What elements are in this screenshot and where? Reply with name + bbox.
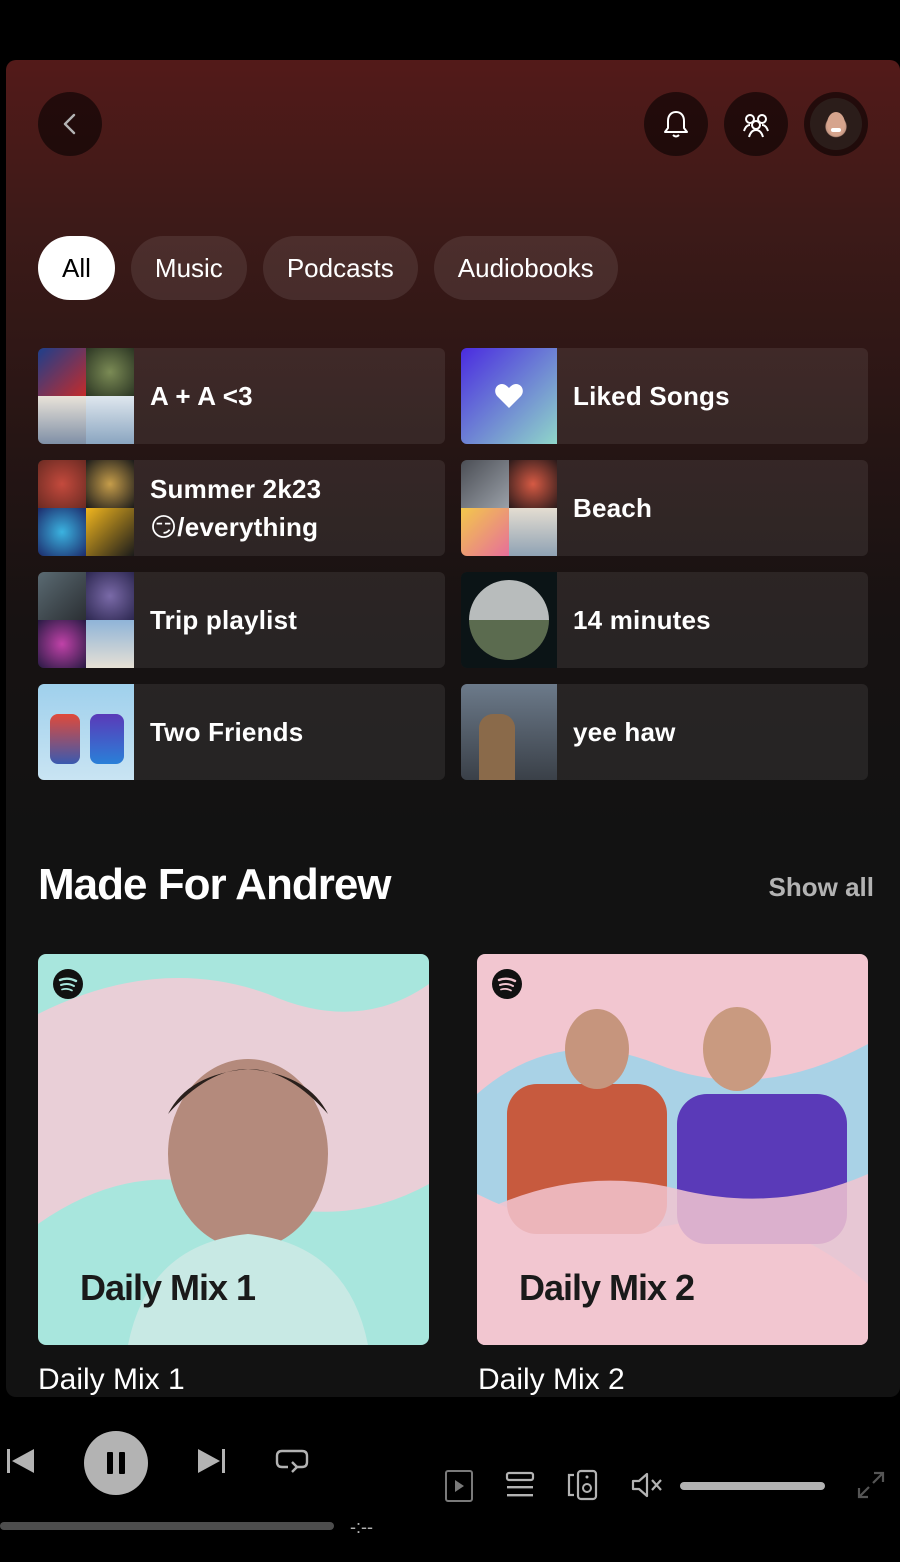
friends-icon [743,114,769,138]
pause-icon [107,1452,125,1474]
playlist-cover [461,460,557,556]
connect-device-icon[interactable] [566,1469,602,1501]
daily-mix-2-caption[interactable]: Daily Mix 2 [478,1363,625,1397]
shortcut-label: Liked Songs [573,381,730,411]
section-title[interactable]: Made For Andrew [38,860,392,910]
skip-previous-icon[interactable] [4,1445,36,1477]
now-playing-view-icon[interactable] [444,1469,474,1503]
bell-icon [664,111,688,138]
shortcut-trip-playlist[interactable]: Trip playlist [38,572,445,668]
shortcut-label-line-2: 😏/everything [150,512,319,542]
skip-next-icon[interactable] [196,1445,228,1477]
playlist-cover [38,684,134,780]
daily-mix-2-card[interactable]: Daily Mix 2 [477,954,868,1345]
notifications-button[interactable] [644,92,708,156]
mix-cover-title: Daily Mix 2 [519,1267,695,1308]
friend-activity-button[interactable] [724,92,788,156]
chevron-left-icon [63,113,76,135]
spotify-logo-icon [53,969,83,999]
daily-mix-1-card[interactable]: Daily Mix 1 [38,954,429,1345]
heart-icon [495,384,523,408]
playlist-cover [461,684,557,780]
volume-muted-icon[interactable] [630,1469,664,1501]
avatar [810,98,862,150]
filter-podcasts[interactable]: Podcasts [262,236,418,300]
fullscreen-icon[interactable] [856,1469,886,1501]
shortcut-label: 14 minutes [573,605,711,635]
shortcut-label: A + A <3 [150,381,253,411]
shortcut-beach[interactable]: Beach [461,460,868,556]
shortcut-14-minutes[interactable]: 14 minutes [461,572,868,668]
player-bar: -:-- [0,1397,900,1562]
filter-music[interactable]: Music [130,236,247,300]
time-remaining: -:-- [350,1517,373,1537]
shortcut-label: Two Friends [150,717,304,747]
daily-mix-1-caption[interactable]: Daily Mix 1 [38,1363,185,1397]
liked-songs-cover [461,348,557,444]
shortcut-summer-2k23[interactable]: Summer 2k23 😏/everything [38,460,445,556]
filter-chips: All Music Podcasts Audiobooks [38,236,618,300]
shortcut-label: Beach [573,493,653,523]
profile-avatar-button[interactable] [804,92,868,156]
playlist-cover [38,348,134,444]
spotify-logo-icon [492,969,522,999]
mix-cover-title: Daily Mix 1 [80,1267,256,1308]
queue-icon[interactable] [504,1469,536,1501]
progress-bar[interactable] [0,1522,334,1530]
back-button[interactable] [38,92,102,156]
shortcut-a-plus-a[interactable]: A + A <3 [38,348,445,444]
shortcut-two-friends[interactable]: Two Friends [38,684,445,780]
shortcut-label: Trip playlist [150,605,298,635]
volume-slider[interactable] [680,1482,825,1490]
pause-button[interactable] [84,1431,148,1495]
shortcut-liked-songs[interactable]: Liked Songs [461,348,868,444]
main-content: All Music Podcasts Audiobooks A + A <3 L… [6,60,900,1397]
shortcut-label: Summer 2k23 😏/everything [134,470,321,546]
playlist-cover [38,460,134,556]
filter-audiobooks[interactable]: Audiobooks [433,236,618,300]
filter-all[interactable]: All [38,236,115,300]
playlist-cover [461,572,557,668]
shortcut-label-line-1: Summer 2k23 [150,474,322,504]
shortcut-yee-haw[interactable]: yee haw [461,684,868,780]
repeat-icon[interactable] [274,1445,310,1477]
shortcut-label: yee haw [573,717,676,747]
playlist-cover [38,572,134,668]
show-all-link[interactable]: Show all [769,872,874,903]
